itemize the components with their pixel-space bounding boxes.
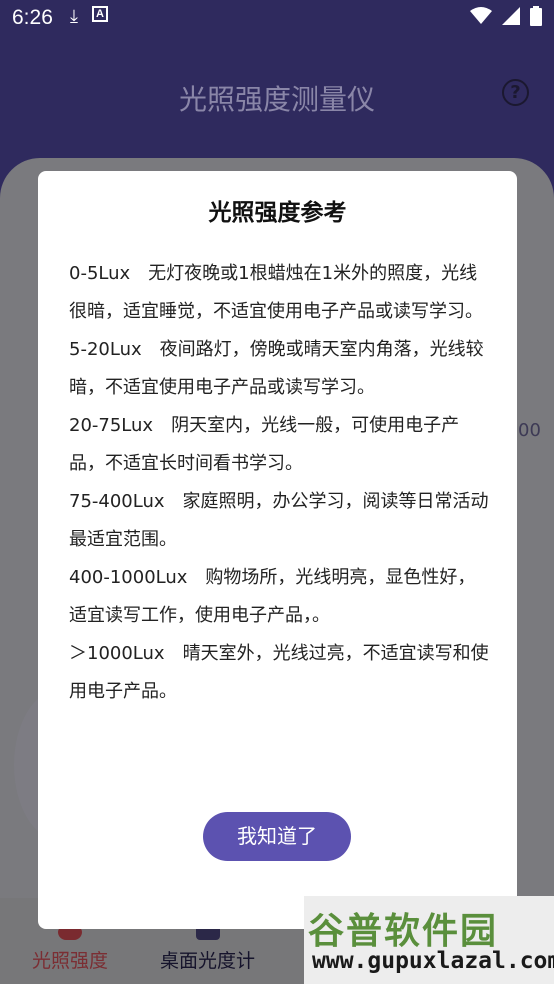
reference-paragraph: 75-400Lux 家庭照明，办公学习，阅读等日常活动最适宜范围。 [69, 491, 489, 550]
watermark: 谷普软件园 www.gupuxlazal.com [304, 896, 554, 984]
watermark-title: 谷普软件园 [308, 911, 499, 952]
reference-paragraph: 5-20Lux 夜间路灯，傍晚或晴天室内角落，光线较暗，不适宜使用电子产品或读写… [69, 339, 484, 398]
reference-dialog: 光照强度参考 0-5Lux 无灯夜晚或1根蜡烛在1米外的照度，光线很暗，适宜睡觉… [38, 171, 517, 929]
reference-paragraph: ＞1000Lux 晴天室外，光线过亮，不适宜读写和使用电子产品。 [69, 643, 489, 702]
dialog-title: 光照强度参考 [208, 200, 347, 226]
ok-button[interactable]: 我知道了 [203, 812, 351, 861]
reference-paragraph: 400-1000Lux 购物场所，光线明亮，显色性好，适宜读写工作，使用电子产品… [69, 567, 476, 626]
reference-paragraph: 20-75Lux 阴天室内，光线一般，可使用电子产品，不适宜长时间看书学习。 [69, 415, 460, 474]
watermark-url: www.gupuxlazal.com [312, 948, 554, 974]
dialog-body: 0-5Lux 无灯夜晚或1根蜡烛在1米外的照度，光线很暗，适宜睡觉，不适宜使用电… [69, 255, 489, 711]
reference-paragraph: 0-5Lux 无灯夜晚或1根蜡烛在1米外的照度，光线很暗，适宜睡觉，不适宜使用电… [69, 263, 483, 322]
